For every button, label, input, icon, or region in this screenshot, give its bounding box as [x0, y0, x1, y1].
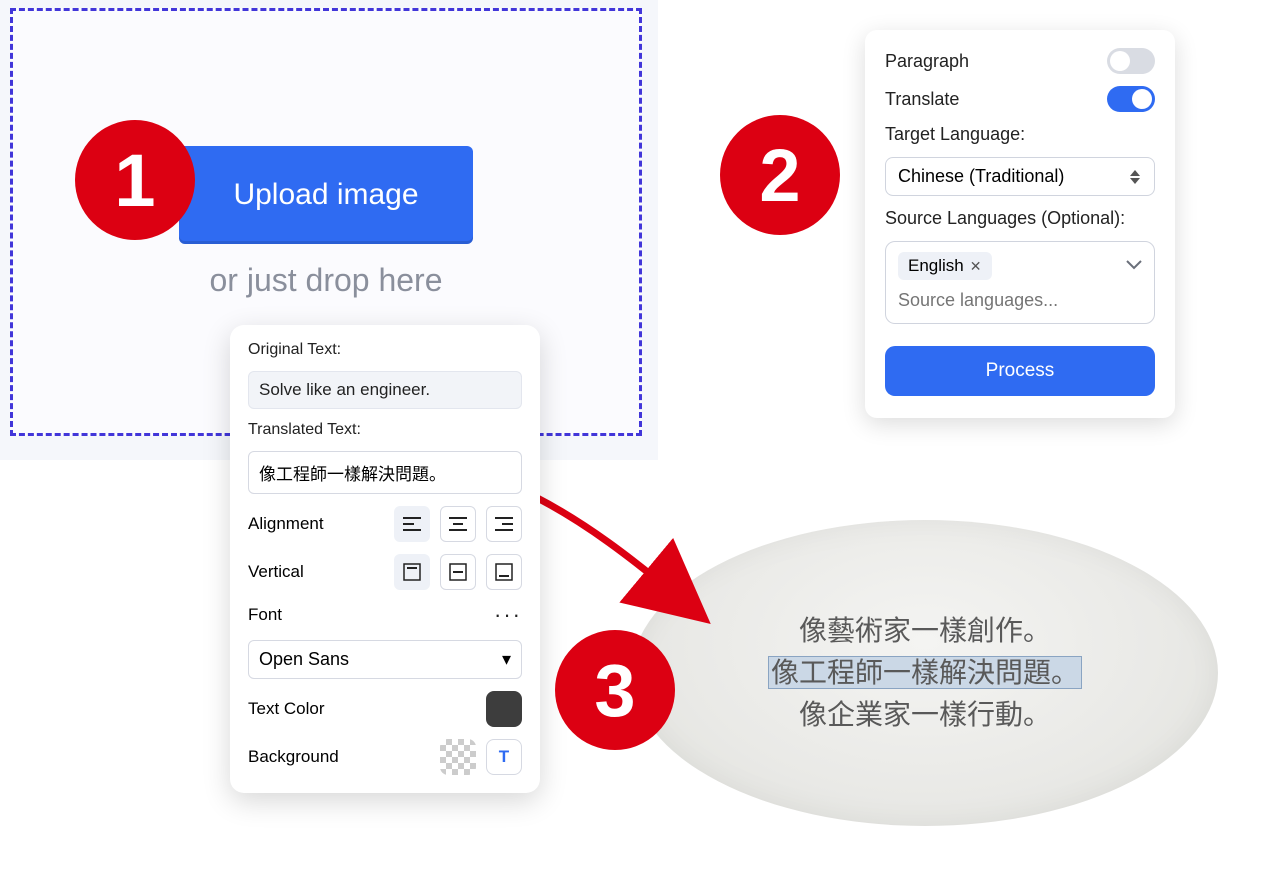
text-color-swatch[interactable] — [486, 691, 522, 727]
updown-icon — [1130, 170, 1142, 184]
background-text-mode-button[interactable]: T — [486, 739, 522, 775]
translated-text-field[interactable]: 像工程師一樣解決問題。 — [248, 451, 522, 494]
result-line-3: 像企業家一樣行動。 — [799, 694, 1051, 736]
caret-down-icon: ▾ — [502, 649, 511, 670]
valign-top-button[interactable] — [394, 554, 430, 590]
align-left-button[interactable] — [394, 506, 430, 542]
original-text-label: Original Text: — [248, 341, 522, 359]
font-value: Open Sans — [259, 649, 349, 670]
alignment-label: Alignment — [248, 514, 324, 534]
align-right-icon — [495, 517, 513, 531]
paragraph-toggle[interactable] — [1107, 48, 1155, 74]
align-right-button[interactable] — [486, 506, 522, 542]
valign-middle-icon — [449, 563, 467, 581]
process-button[interactable]: Process — [885, 346, 1155, 396]
align-center-icon — [449, 517, 467, 531]
step-badge-3: 3 — [555, 630, 675, 750]
target-language-label: Target Language: — [885, 124, 1155, 145]
vertical-label: Vertical — [248, 562, 304, 582]
align-center-button[interactable] — [440, 506, 476, 542]
settings-panel: Paragraph Translate Target Language: Chi… — [865, 30, 1175, 418]
source-languages-box[interactable]: English ✕ — [885, 241, 1155, 324]
step-badge-2: 2 — [720, 115, 840, 235]
translate-label: Translate — [885, 89, 959, 110]
result-line-2-selection: 像工程師一樣解決問題。 — [769, 657, 1081, 688]
text-editor-panel: Original Text: Solve like an engineer. T… — [230, 325, 540, 793]
source-languages-input[interactable] — [898, 290, 1142, 311]
font-select[interactable]: Open Sans ▾ — [248, 640, 522, 679]
upload-image-button[interactable]: Upload image — [179, 146, 472, 244]
font-more-button[interactable]: ··· — [494, 602, 522, 628]
font-label: Font — [248, 605, 282, 625]
remove-tag-icon[interactable]: ✕ — [970, 258, 982, 275]
result-preview: 像藝術家一樣創作。 像工程師一樣解決問題。 像企業家一樣行動。 — [632, 520, 1218, 826]
paragraph-label: Paragraph — [885, 51, 969, 72]
result-line-1: 像藝術家一樣創作。 — [799, 610, 1051, 652]
translate-toggle[interactable] — [1107, 86, 1155, 112]
source-languages-label: Source Languages (Optional): — [885, 208, 1155, 229]
step-badge-1: 1 — [75, 120, 195, 240]
target-language-select[interactable]: Chinese (Traditional) — [885, 157, 1155, 196]
valign-top-icon — [403, 563, 421, 581]
original-text-field[interactable]: Solve like an engineer. — [248, 371, 522, 409]
background-transparent-swatch[interactable] — [440, 739, 476, 775]
drop-hint-text: or just drop here — [209, 262, 442, 299]
chevron-down-icon[interactable] — [1126, 257, 1142, 275]
align-left-icon — [403, 517, 421, 531]
valign-bottom-icon — [495, 563, 513, 581]
valign-middle-button[interactable] — [440, 554, 476, 590]
target-language-value: Chinese (Traditional) — [898, 166, 1064, 187]
text-color-label: Text Color — [248, 699, 325, 719]
valign-bottom-button[interactable] — [486, 554, 522, 590]
source-language-tag[interactable]: English ✕ — [898, 252, 992, 280]
result-line-2: 像工程師一樣解決問題。 — [769, 652, 1081, 694]
translated-text-label: Translated Text: — [248, 421, 522, 439]
background-label: Background — [248, 747, 339, 767]
source-language-tag-label: English — [908, 256, 964, 276]
